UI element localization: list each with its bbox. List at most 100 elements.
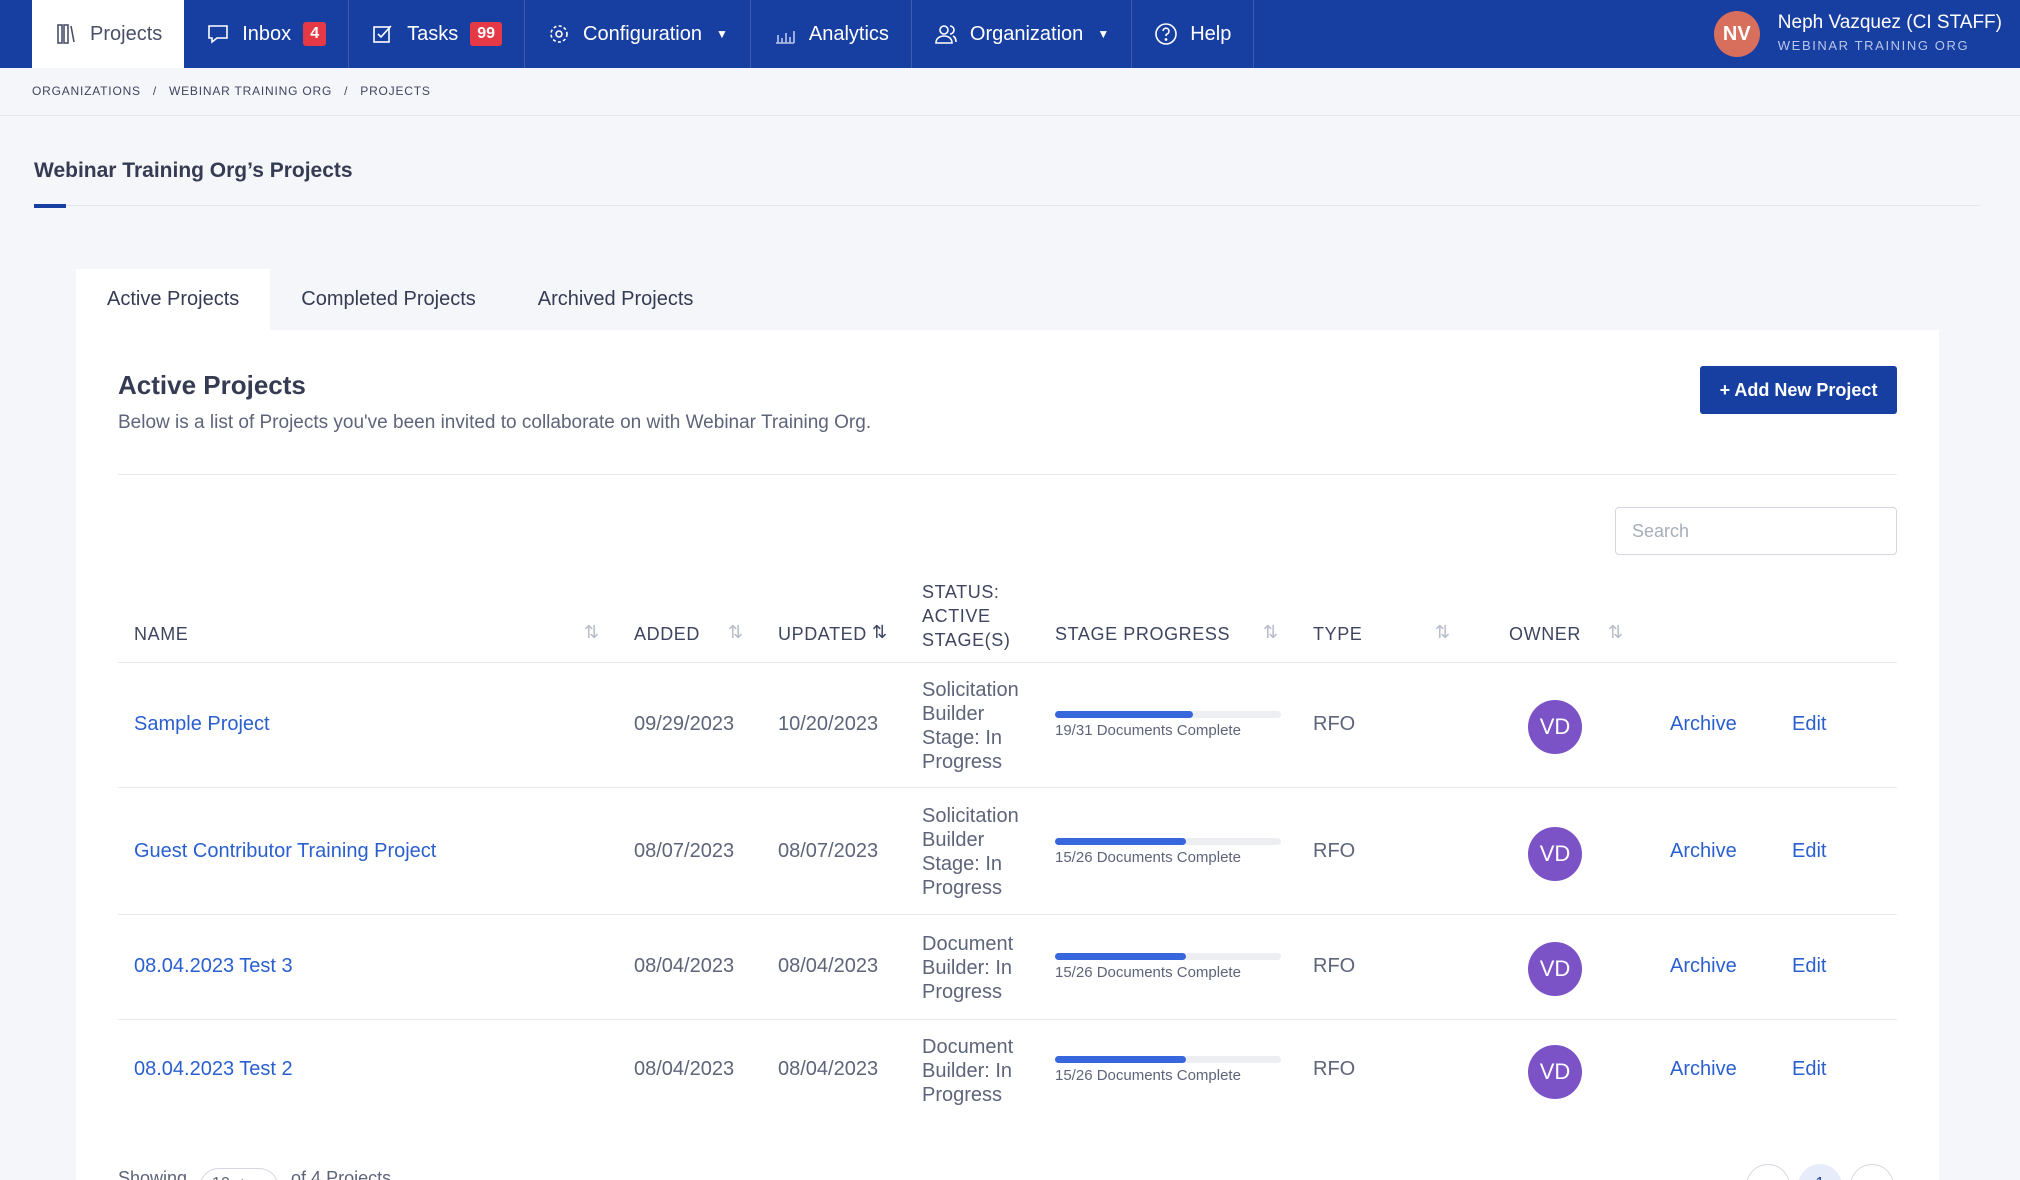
user-org: WEBINAR TRAINING ORG [1777, 38, 1970, 53]
user-menu[interactable]: NV Neph Vazquez (CI STAFF) WEBINAR TRAIN… [1713, 0, 2002, 68]
edit-link[interactable]: Edit [1792, 955, 1826, 978]
progress-fill [1055, 838, 1187, 845]
chevron-down-icon: ▼ [715, 27, 728, 41]
stage-line: Solicitation [922, 679, 1019, 701]
header-type[interactable]: TYPE [1313, 622, 1362, 646]
project-name-link[interactable]: 08.04.2023 Test 2 [134, 1058, 293, 1081]
progress-bar [1055, 953, 1281, 960]
nav-projects[interactable]: Projects [32, 0, 185, 68]
projects-card: Active Projects Below is a list of Proje… [76, 330, 1939, 1180]
sort-icon[interactable]: ⇅ [872, 622, 887, 643]
header-stage-progress[interactable]: STAGE PROGRESS [1055, 622, 1230, 646]
project-name-link[interactable]: Sample Project [134, 713, 270, 736]
showing-label: Showing [118, 1168, 188, 1180]
edit-link[interactable]: Edit [1792, 1058, 1826, 1081]
stage-status: Document Builder: In Progress [922, 932, 1034, 1004]
progress-label: 19/31 Documents Complete [1055, 722, 1241, 739]
chevron-up-icon: ▲ [234, 1175, 250, 1180]
header-status-line-3: STAGE(S) [922, 630, 1011, 650]
next-page-button[interactable]: → [1850, 1164, 1894, 1180]
nav-analytics-label: Analytics [808, 22, 889, 45]
tasks-icon [373, 25, 392, 43]
title-underline [34, 204, 66, 208]
project-name-link[interactable]: Guest Contributor Training Project [134, 840, 436, 863]
stage-line: Progress [922, 1084, 1003, 1106]
page-1-button[interactable]: 1 [1798, 1164, 1842, 1180]
stage-line: Stage: In [922, 853, 1003, 875]
stage-line: Solicitation [922, 805, 1019, 827]
updated-date: 08/07/2023 [778, 840, 879, 862]
nav-organization[interactable]: Organization ▼ [912, 0, 1133, 68]
stage-line: Builder: In [922, 1060, 1013, 1082]
archive-link[interactable]: Archive [1670, 1058, 1737, 1081]
user-name: Neph Vazquez (CI STAFF) [1777, 12, 2002, 33]
projects-icon [57, 24, 75, 44]
breadcrumb-organizations[interactable]: ORGANIZATIONS [32, 84, 141, 98]
archive-link[interactable]: Archive [1670, 713, 1737, 736]
search-input[interactable] [1615, 507, 1897, 555]
sort-icon[interactable]: ⇅ [584, 622, 599, 643]
tab-completed-projects[interactable]: Completed Projects [270, 269, 507, 330]
header-divider [0, 115, 2020, 116]
section-divider [118, 474, 1897, 475]
added-date: 09/29/2023 [634, 713, 735, 735]
inbox-badge: 4 [303, 22, 327, 46]
add-new-project-button[interactable]: + Add New Project [1700, 366, 1897, 414]
header-updated[interactable]: UPDATED [778, 622, 867, 646]
progress-fill [1055, 953, 1187, 960]
stage-line: Builder [922, 829, 985, 851]
header-name[interactable]: NAME [134, 622, 188, 646]
breadcrumb-org[interactable]: WEBINAR TRAINING ORG [169, 84, 332, 98]
added-date: 08/07/2023 [634, 840, 735, 862]
archive-link[interactable]: Archive [1670, 955, 1737, 978]
stage-line: Progress [922, 981, 1003, 1003]
added-date: 08/04/2023 [634, 1058, 735, 1080]
users-icon [935, 25, 957, 44]
edit-link[interactable]: Edit [1792, 713, 1826, 736]
help-icon [1155, 23, 1178, 45]
project-type: RFO [1313, 955, 1356, 977]
breadcrumb-projects: PROJECTS [360, 84, 431, 98]
tab-active-projects[interactable]: Active Projects [76, 269, 271, 330]
avatar: NV [1713, 11, 1760, 57]
tab-archived-projects[interactable]: Archived Projects [507, 269, 725, 330]
stage-line: Progress [922, 877, 1003, 899]
page-size-select[interactable]: 10 ▲ [199, 1168, 280, 1180]
sort-icon[interactable]: ⇅ [1435, 622, 1450, 643]
nav-help[interactable]: Help [1132, 0, 1255, 68]
updated-date: 08/04/2023 [778, 955, 879, 977]
sort-icon[interactable]: ⇅ [1263, 622, 1278, 643]
prev-page-button[interactable]: ← [1746, 1164, 1790, 1180]
page-size-value: 10 [212, 1175, 230, 1180]
owner-avatar: VD [1528, 942, 1582, 996]
nav-analytics[interactable]: Analytics [751, 0, 912, 68]
nav-tasks[interactable]: Tasks 99 [349, 0, 526, 68]
header-owner[interactable]: OWNER [1509, 622, 1581, 646]
sort-icon[interactable]: ⇅ [728, 622, 743, 643]
breadcrumb-separator: / [344, 84, 349, 98]
progress-bar [1055, 711, 1281, 718]
sort-icon[interactable]: ⇅ [1608, 622, 1623, 643]
tasks-badge: 99 [470, 22, 503, 46]
progress-label: 15/26 Documents Complete [1055, 964, 1241, 981]
nav-tasks-label: Tasks [407, 22, 459, 45]
chevron-down-icon: ▼ [1097, 27, 1110, 41]
top-nav: Projects Inbox 4 Tasks 99 Configuration … [0, 0, 2020, 68]
project-name-link[interactable]: 08.04.2023 Test 3 [134, 955, 293, 978]
header-status-line-2: ACTIVE [922, 606, 991, 626]
project-type: RFO [1313, 1058, 1356, 1080]
title-rule [66, 205, 1980, 206]
owner-avatar: VD [1528, 1045, 1582, 1099]
updated-date: 08/04/2023 [778, 1058, 879, 1080]
nav-inbox[interactable]: Inbox 4 [184, 0, 350, 68]
archive-link[interactable]: Archive [1670, 840, 1737, 863]
project-type: RFO [1313, 840, 1356, 862]
nav-configuration[interactable]: Configuration ▼ [525, 0, 751, 68]
edit-link[interactable]: Edit [1792, 840, 1826, 863]
header-added[interactable]: ADDED [634, 622, 700, 646]
nav-projects-label: Projects [90, 22, 163, 45]
stage-status: Document Builder: In Progress [922, 1035, 1034, 1107]
row-divider [118, 1019, 1897, 1020]
project-tabs: Active Projects Completed Projects Archi… [76, 269, 724, 330]
total-projects-label: of 4 Projects [291, 1168, 392, 1180]
